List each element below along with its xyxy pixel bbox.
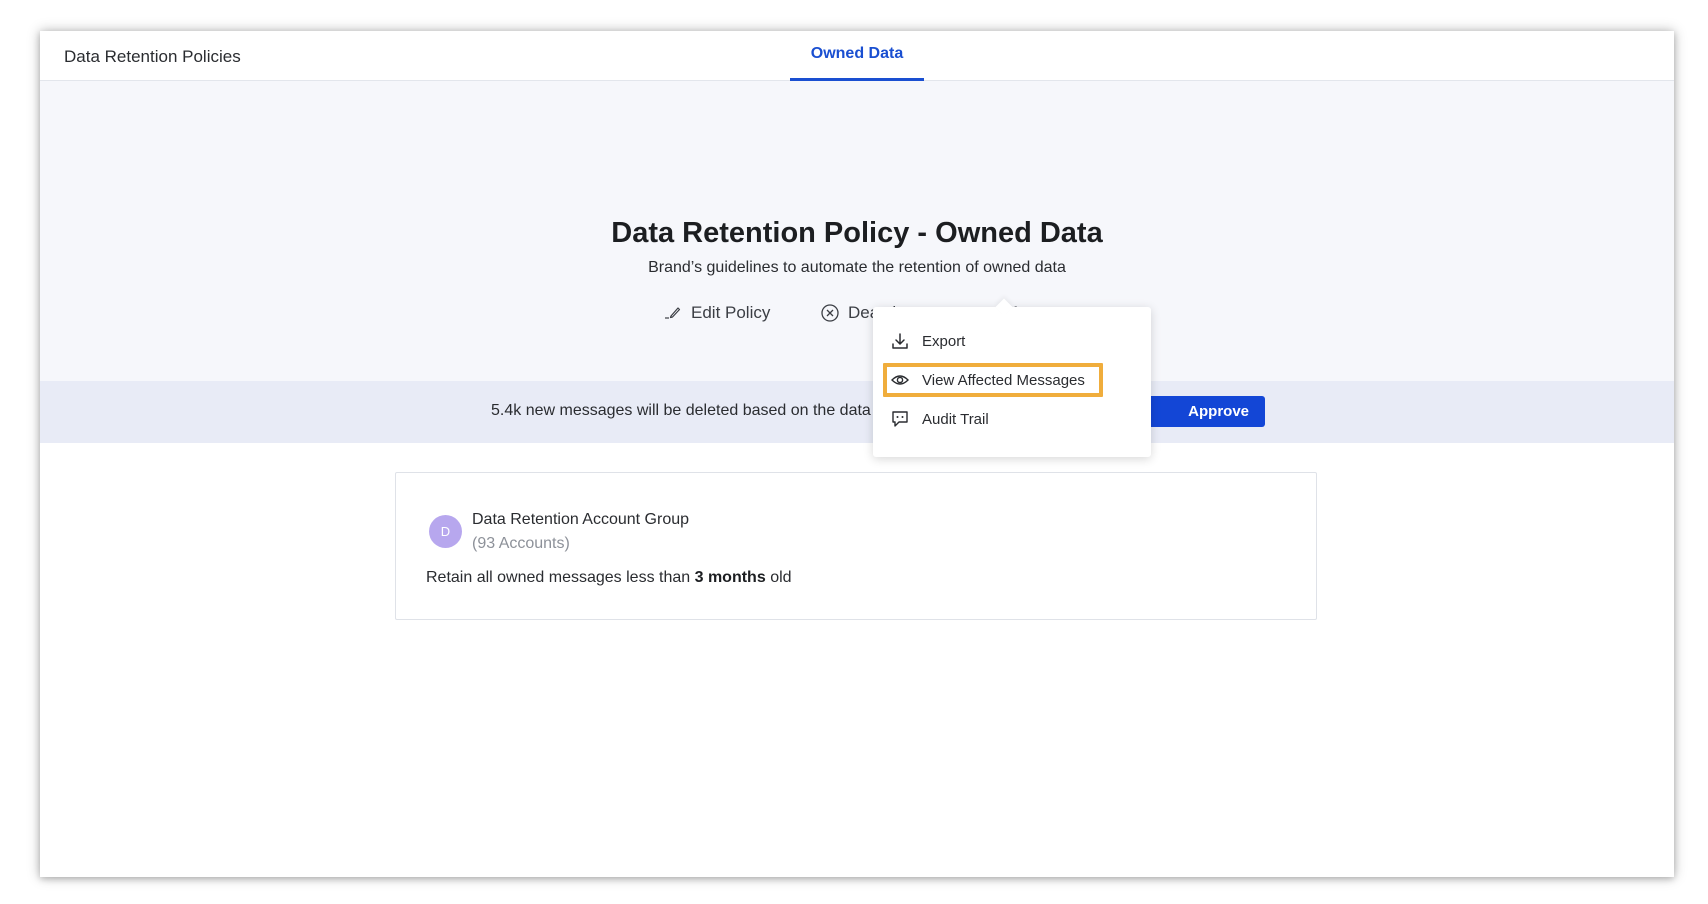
tab-owned-data[interactable]: Owned Data [790,31,924,81]
menu-item-export[interactable]: Export [883,324,1103,358]
page-subtitle: Brand’s guidelines to automate the reten… [648,259,1066,276]
rule-duration: 3 months [694,569,766,586]
pencil-icon [663,303,683,323]
app-title: Data Retention Policies [64,47,241,66]
menu-item-view-affected-messages[interactable]: View Affected Messages [883,363,1103,397]
edit-policy-button[interactable]: Edit Policy [663,299,770,327]
policy-rule-card: D Data Retention Account Group (93 Accou… [395,472,1317,620]
download-icon [890,331,910,351]
eye-icon [890,370,910,390]
deletion-banner: 5.4k new messages will be deleted based … [40,381,1674,443]
page-title: Data Retention Policy - Owned Data [611,217,1103,249]
edit-policy-label: Edit Policy [691,303,771,322]
rule-suffix: old [770,569,792,586]
account-count: (93 Accounts) [472,535,570,552]
avatar: D [429,515,462,548]
menu-item-export-label: Export [922,332,966,350]
app-window: Data Retention Policies Owned Data Data … [40,31,1674,877]
menu-item-view-label: View Affected Messages [922,371,1085,389]
menu-item-audit-label: Audit Trail [922,410,989,428]
more-menu: Export View Affected Messages Audit Trai… [873,298,1151,457]
account-group-name: Data Retention Account Group [472,511,690,528]
policy-actions: Edit Policy Deactivate [40,299,1674,327]
menu-item-audit-trail[interactable]: Audit Trail [883,402,1103,436]
rule-prefix: Retain all owned messages less than [426,569,691,586]
chat-bubble-icon [890,409,910,429]
circle-x-icon [820,303,840,323]
banner-message: 5.4k new messages will be deleted based … [491,402,871,419]
top-bar: Data Retention Policies Owned Data [40,31,1674,81]
policy-header: Data Retention Policy - Owned Data Brand… [40,81,1674,381]
retention-rule: Retain all owned messages less than 3 mo… [426,569,792,587]
